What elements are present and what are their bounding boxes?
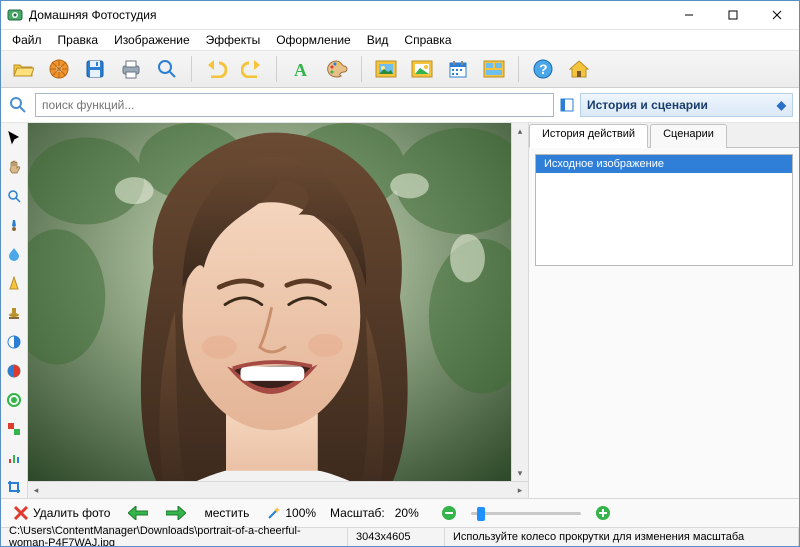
tool-brush[interactable] <box>3 214 25 235</box>
pin-icon[interactable]: ◆ <box>777 98 786 112</box>
status-hint: Используйте колесо прокрутки для изменен… <box>445 528 799 546</box>
image-canvas[interactable] <box>28 123 511 481</box>
tool-hue[interactable] <box>3 389 25 410</box>
menu-help[interactable]: Справка <box>397 31 458 49</box>
next-photo-button[interactable] <box>162 504 190 522</box>
tool-saturation[interactable] <box>3 360 25 381</box>
tool-hand[interactable] <box>3 156 25 177</box>
fit-button[interactable]: местить <box>200 504 253 522</box>
tab-history[interactable]: История действий <box>529 124 648 148</box>
menu-effects[interactable]: Эффекты <box>199 31 268 49</box>
menu-decoration[interactable]: Оформление <box>269 31 357 49</box>
text-button[interactable]: A <box>285 53 317 85</box>
canvas-horizontal-scrollbar[interactable]: ◂ ▸ <box>28 481 528 498</box>
main-toolbar: A ? <box>1 51 799 88</box>
panel-toggle-icon[interactable] <box>560 98 574 112</box>
help-button[interactable]: ? <box>527 53 559 85</box>
frame2-button[interactable] <box>406 53 438 85</box>
window-close-button[interactable] <box>755 1 799 29</box>
zoom-button[interactable] <box>151 53 183 85</box>
fit-label: местить <box>204 506 249 520</box>
menu-bar: Файл Правка Изображение Эффекты Оформлен… <box>1 30 799 51</box>
tool-blur[interactable] <box>3 244 25 265</box>
catalog-button[interactable] <box>43 53 75 85</box>
tab-scenarios[interactable]: Сценарии <box>650 124 727 148</box>
print-button[interactable] <box>115 53 147 85</box>
frame1-button[interactable] <box>370 53 402 85</box>
search-input[interactable] <box>35 93 554 117</box>
scale-label: Масштаб: <box>330 506 385 520</box>
status-filepath: C:\Users\ContentManager\Downloads\portra… <box>1 528 348 546</box>
tool-pointer[interactable] <box>3 127 25 148</box>
search-icon <box>7 94 29 116</box>
zoom-out-button[interactable] <box>437 503 461 523</box>
tool-stamp[interactable] <box>3 302 25 323</box>
zoom-100-label: 100% <box>285 506 316 520</box>
scroll-right-icon[interactable]: ▸ <box>512 482 528 498</box>
history-panel: История действий Сценарии Исходное изобр… <box>528 123 799 498</box>
scale-value: 20% <box>395 506 427 520</box>
history-list[interactable]: Исходное изображение <box>535 154 793 266</box>
window-maximize-button[interactable] <box>711 1 755 29</box>
tool-sharpen[interactable] <box>3 273 25 294</box>
palette-button[interactable] <box>321 53 353 85</box>
status-dimensions: 3043x4605 <box>348 528 445 546</box>
svg-text:A: A <box>294 60 307 79</box>
window-minimize-button[interactable] <box>667 1 711 29</box>
menu-file[interactable]: Файл <box>5 31 49 49</box>
scroll-down-icon[interactable]: ▾ <box>512 465 528 481</box>
collage-button[interactable] <box>478 53 510 85</box>
app-icon <box>7 7 23 23</box>
history-item[interactable]: Исходное изображение <box>536 155 792 173</box>
canvas-vertical-scrollbar[interactable]: ▴ ▾ <box>511 123 528 481</box>
history-panel-title: История и сценарии <box>587 98 708 112</box>
tool-crop[interactable] <box>3 477 25 498</box>
zoom-slider[interactable] <box>471 509 581 517</box>
menu-view[interactable]: Вид <box>360 31 396 49</box>
tool-zoom[interactable] <box>3 185 25 206</box>
status-bar: C:\Users\ContentManager\Downloads\portra… <box>1 527 799 546</box>
tool-replace-color[interactable] <box>3 419 25 440</box>
history-panel-header: История и сценарии ◆ <box>580 93 793 117</box>
redo-button[interactable] <box>236 53 268 85</box>
wand-icon <box>267 506 281 520</box>
zoom-in-button[interactable] <box>591 503 615 523</box>
delete-photo-label: Удалить фото <box>33 506 110 520</box>
calendar-button[interactable] <box>442 53 474 85</box>
zoom-100-button[interactable]: 100% <box>263 504 320 522</box>
prev-photo-button[interactable] <box>124 504 152 522</box>
left-toolbox <box>1 123 28 498</box>
delete-icon <box>13 505 29 521</box>
undo-button[interactable] <box>200 53 232 85</box>
delete-photo-button[interactable]: Удалить фото <box>9 503 114 523</box>
save-button[interactable] <box>79 53 111 85</box>
tool-contrast[interactable] <box>3 331 25 352</box>
menu-image[interactable]: Изображение <box>107 31 197 49</box>
window-title: Домашняя Фотостудия <box>29 8 156 22</box>
open-button[interactable] <box>7 53 39 85</box>
menu-edit[interactable]: Правка <box>51 31 106 49</box>
scroll-left-icon[interactable]: ◂ <box>28 482 44 498</box>
svg-text:?: ? <box>539 61 548 77</box>
scroll-up-icon[interactable]: ▴ <box>512 123 528 139</box>
tool-levels[interactable] <box>3 448 25 469</box>
bottom-toolbar: Удалить фото местить 100% Масштаб: 20% <box>1 498 799 527</box>
home-button[interactable] <box>563 53 595 85</box>
